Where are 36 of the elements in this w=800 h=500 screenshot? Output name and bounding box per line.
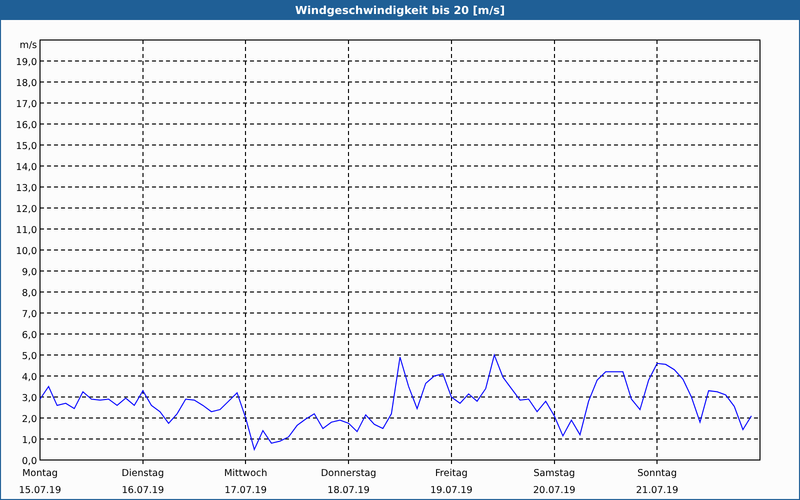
y-tick-label: 12,0	[16, 204, 37, 215]
y-tick-label: 5,0	[22, 351, 37, 362]
y-tick-label: 3,0	[22, 393, 37, 404]
y-tick-label: 11,0	[16, 225, 37, 236]
y-tick-label: 9,0	[22, 267, 37, 278]
date-label: 21.07.19	[636, 485, 678, 496]
y-tick-label: 7,0	[22, 309, 37, 320]
date-label: 18.07.19	[327, 485, 370, 496]
x-tick-label: Samstag	[533, 468, 576, 479]
y-tick-label: 2,0	[22, 414, 37, 425]
y-axis-unit: m/s	[20, 40, 37, 51]
y-tick-label: 17,0	[16, 99, 37, 110]
x-tick-label: Mittwoch	[224, 468, 268, 479]
y-tick-label: 0,0	[22, 456, 37, 467]
date-label: 15.07.19	[18, 485, 62, 496]
y-tick-label: 10,0	[16, 246, 37, 257]
x-tick-label: Donnerstag	[320, 468, 376, 479]
y-tick-label: 13,0	[16, 183, 37, 194]
y-tick-label: 15,0	[16, 141, 37, 152]
x-tick-label: Freitag	[435, 468, 468, 479]
y-tick-label: 6,0	[22, 330, 37, 341]
chart-title: Windgeschwindigkeit bis 20 [m/s]	[295, 4, 505, 16]
x-tick-label: Montag	[22, 468, 58, 479]
y-tick-label: 4,0	[22, 372, 37, 383]
y-tick-label: 16,0	[16, 120, 37, 131]
y-tick-label: 8,0	[22, 288, 37, 299]
date-label: 17.07.19	[224, 485, 267, 496]
x-tick-label: Sonntag	[637, 468, 677, 479]
date-label: 16.07.19	[122, 485, 164, 496]
y-tick-label: 18,0	[16, 78, 37, 89]
y-tick-label: 19,0	[16, 57, 37, 68]
x-tick-label: Dienstag	[122, 468, 164, 479]
date-label: 20.07.19	[533, 485, 576, 496]
y-tick-label: 1,0	[22, 435, 37, 446]
date-label: 19.07.19	[430, 485, 473, 496]
y-tick-label: 14,0	[16, 162, 37, 173]
